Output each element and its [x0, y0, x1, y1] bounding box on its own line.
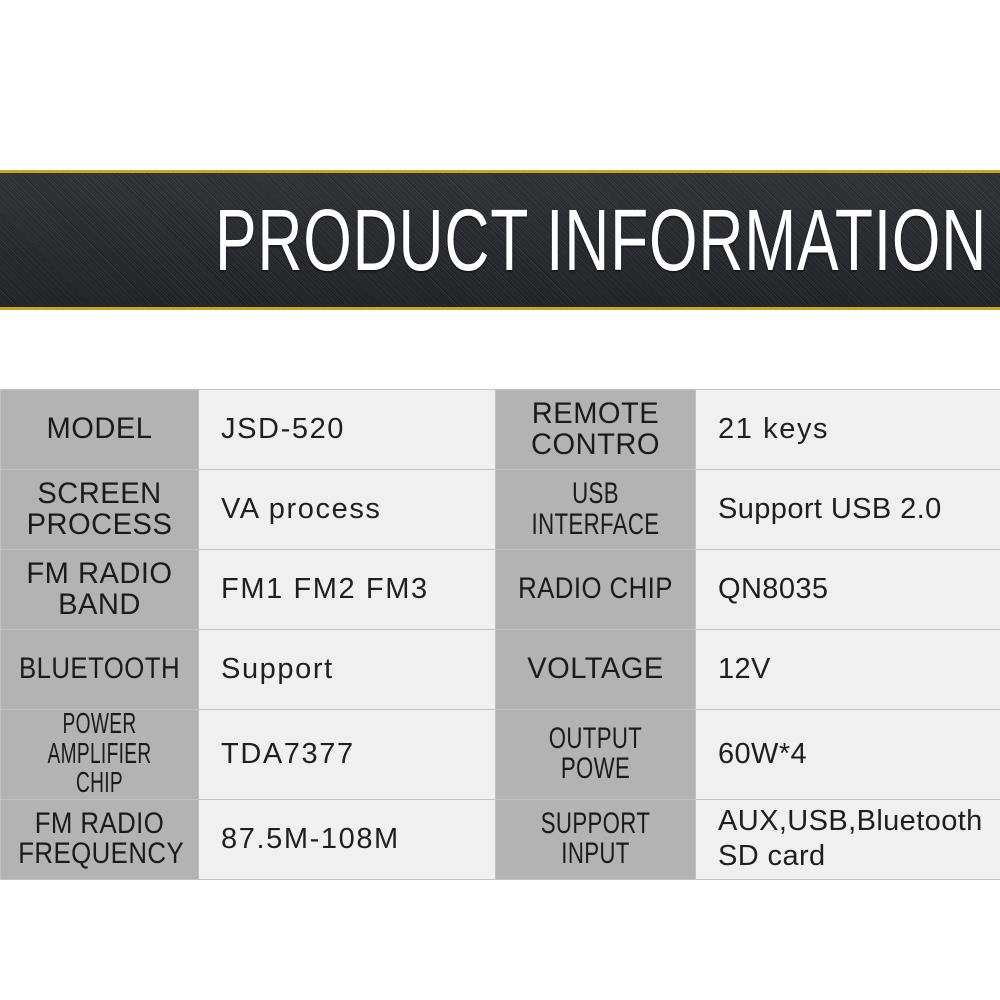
spec-label-radio-chip: RADIO CHIP	[495, 549, 696, 630]
spec-label-support-input: SUPPORT INPUT	[495, 798, 696, 880]
spec-value-remote-control: 21 keys	[695, 389, 1000, 470]
spec-value-radio-chip: QN8035	[695, 549, 1000, 630]
spec-label-text: REMOTE CONTRO	[530, 396, 661, 461]
spec-label-text: FM RADIO BAND	[26, 556, 173, 621]
table-row: BLUETOOTH Support VOLTAGE 12V	[0, 629, 1000, 710]
spec-label-text: VOLTAGE	[527, 652, 664, 686]
spec-value-voltage: 12V	[695, 629, 1000, 710]
spec-label-remote-control: REMOTE CONTRO	[495, 389, 696, 470]
spec-label-text: MODEL	[46, 412, 153, 446]
spec-value-text: AUX,USB,Bluetooth SD card	[718, 804, 983, 873]
spec-label-text: BLUETOOTH	[18, 652, 181, 686]
spec-value-fm-radio-frequency: 87.5M-108M	[198, 798, 496, 880]
spec-value-text: 12V	[718, 652, 771, 685]
spec-label-text: SUPPORT INPUT	[540, 806, 651, 871]
specification-table: MODEL JSD-520 REMOTE CONTRO 21 keys SCRE…	[0, 389, 1000, 880]
spec-value-text: QN8035	[718, 572, 829, 605]
spec-label-output-power: OUTPUT POWE	[495, 709, 696, 800]
spec-value-text: 87.5M-108M	[221, 822, 400, 855]
spec-value-fm-radio-band: FM1 FM2 FM3	[198, 549, 496, 630]
product-information-page: PRODUCT INFORMATION MODEL JSD-520 REMOTE…	[0, 0, 1000, 1000]
spec-label-bluetooth: BLUETOOTH	[0, 629, 199, 710]
spec-value-usb-interface: Support USB 2.0	[695, 469, 1000, 550]
spec-value-text: Support USB 2.0	[718, 492, 942, 525]
spec-label-text: OUTPUT POWE	[548, 721, 643, 786]
spec-value-text: 21 keys	[718, 412, 830, 445]
spec-value-bluetooth: Support	[198, 629, 496, 710]
table-row: MODEL JSD-520 REMOTE CONTRO 21 keys	[0, 389, 1000, 470]
spec-label-fm-radio-frequency: FM RADIO FREQUENCY	[0, 798, 199, 880]
spec-value-text: TDA7377	[221, 737, 355, 770]
spec-label-screen-process: SCREEN PROCESS	[0, 469, 199, 550]
product-information-banner: PRODUCT INFORMATION	[0, 170, 1000, 310]
spec-value-power-amplifier-chip: TDA7377	[198, 709, 496, 800]
spec-value-text: VA process	[221, 492, 382, 525]
spec-label-text: FM RADIO FREQUENCY	[18, 806, 185, 871]
page-title: PRODUCT INFORMATION	[215, 190, 988, 290]
spec-label-text: RADIO CHIP	[518, 572, 673, 606]
table-row: FM RADIO BAND FM1 FM2 FM3 RADIO CHIP QN8…	[0, 549, 1000, 630]
spec-label-text: USB INTERFACE	[531, 476, 660, 541]
table-row: SCREEN PROCESS VA process USB INTERFACE …	[0, 469, 1000, 550]
spec-value-support-input: AUX,USB,Bluetooth SD card	[695, 798, 1000, 880]
table-row: POWER AMPLIFIER CHIP TDA7377 OUTPUT POWE…	[0, 709, 1000, 800]
spec-label-fm-radio-band: FM RADIO BAND	[0, 549, 199, 630]
spec-value-model: JSD-520	[198, 389, 496, 470]
spec-value-screen-process: VA process	[198, 469, 496, 550]
spec-label-model: MODEL	[0, 389, 199, 470]
spec-value-output-power: 60W*4	[695, 709, 1000, 800]
spec-label-voltage: VOLTAGE	[495, 629, 696, 710]
spec-value-text: JSD-520	[221, 412, 346, 445]
spec-value-text: Support	[221, 652, 334, 685]
spec-label-text: POWER AMPLIFIER CHIP	[47, 709, 152, 800]
table-row: FM RADIO FREQUENCY 87.5M-108M SUPPORT IN…	[0, 798, 1000, 880]
spec-label-usb-interface: USB INTERFACE	[495, 469, 696, 550]
spec-label-power-amplifier-chip: POWER AMPLIFIER CHIP	[0, 709, 199, 800]
spec-value-text: FM1 FM2 FM3	[221, 572, 429, 605]
spec-value-text: 60W*4	[718, 737, 808, 770]
spec-label-text: SCREEN PROCESS	[26, 476, 173, 541]
